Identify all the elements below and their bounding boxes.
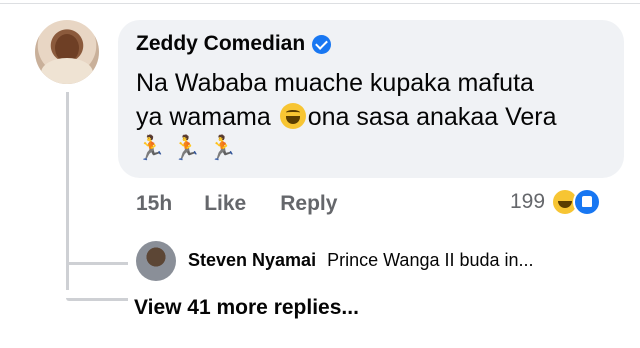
avatar-scarf [41,58,93,84]
author-row: Zeddy Comedian [136,32,332,56]
thread-line [66,92,69,290]
comment-actions: 15h Like Reply [136,192,337,216]
comment-text-line2-before: ya wamama [136,103,271,131]
emoji-row: 🏃 🏃 🏃 [136,134,238,164]
reply-button[interactable]: Reply [280,192,337,216]
reaction-summary[interactable]: 199 [510,188,602,216]
comment-timestamp[interactable]: 15h [136,192,172,216]
verified-badge-icon [312,34,332,54]
commenter-avatar[interactable] [35,20,99,84]
runner-emoji-icon: 🏃 [136,135,166,162]
runner-emoji-icon: 🏃 [207,135,238,162]
reply-avatar[interactable] [136,241,176,281]
comment-bubble: Zeddy Comedian Na Wababa muache kupaka m… [118,20,624,178]
view-more-replies-link[interactable]: View 41 more replies... [134,296,359,320]
like-reaction-icon [573,188,602,216]
reaction-count: 199 [510,190,546,213]
comment-author[interactable]: Zeddy Comedian [136,32,305,56]
thread-branch-view-more [66,298,128,301]
runner-emoji-icon: 🏃 [171,135,202,162]
like-button[interactable]: Like [204,192,246,216]
reply-text: Prince Wanga II buda in... [327,250,534,270]
comment-text: Na Wababa muache kupaka mafuta ya wamama… [136,66,616,134]
comment-text-line2-after: ona sasa anakaa Vera [307,103,557,131]
thread-branch-reply [66,262,128,265]
reply-preview[interactable]: Steven Nyamai Prince Wanga II buda in... [188,250,534,271]
grinning-sweat-emoji-icon [279,103,306,129]
comment-text-line1: Na Wababa muache kupaka mafuta [136,69,534,97]
reply-author[interactable]: Steven Nyamai [188,250,316,270]
top-divider [0,3,640,4]
